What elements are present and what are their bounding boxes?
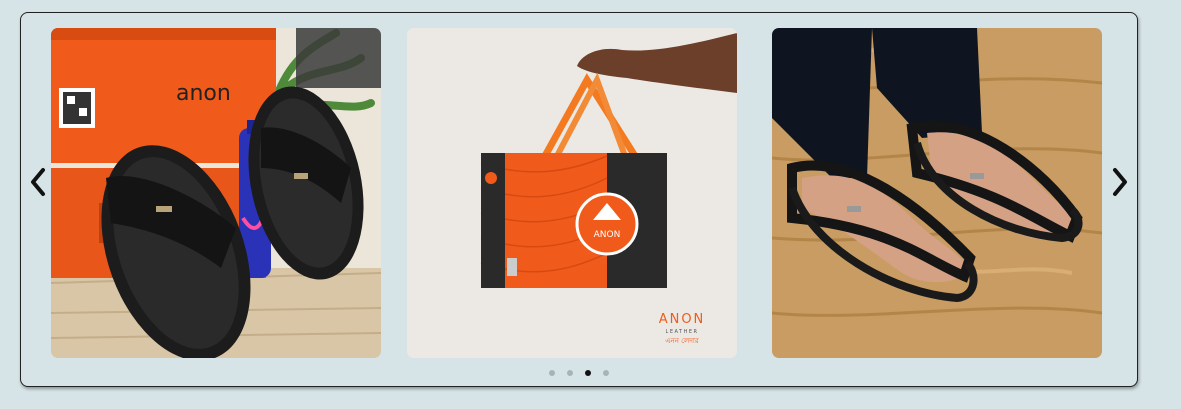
slide-sandals-with-box[interactable]: anon: [51, 28, 381, 358]
box-brand-text: anon: [176, 81, 231, 106]
image-carousel: anon ANON ANON LEATHER এনন লেদার: [20, 12, 1138, 387]
carousel-pagination: [21, 370, 1137, 376]
corner-tag-text: এনন লেদার: [665, 337, 699, 345]
carousel-dot-3-active[interactable]: [585, 370, 591, 376]
badge-brand-text: ANON: [594, 230, 621, 240]
product-image-sandals-box: anon: [51, 28, 381, 358]
previous-slide-button[interactable]: [23, 165, 53, 199]
carousel-dot-4[interactable]: [603, 370, 609, 376]
corner-brand-text: ANON: [659, 312, 706, 327]
carousel-dot-2[interactable]: [567, 370, 573, 376]
product-image-worn-sandals: [772, 28, 1102, 358]
product-image-shopping-bag: ANON ANON LEATHER এনন লেদার: [407, 28, 737, 358]
carousel-dot-1[interactable]: [549, 370, 555, 376]
slide-shopping-bag[interactable]: ANON ANON LEATHER এনন লেদার: [407, 28, 737, 358]
corner-brand-subtext: LEATHER: [666, 329, 699, 335]
next-slide-button[interactable]: [1105, 165, 1135, 199]
chevron-left-icon: [31, 168, 45, 196]
chevron-right-icon: [1113, 168, 1127, 196]
slide-worn-sandals[interactable]: [772, 28, 1102, 358]
